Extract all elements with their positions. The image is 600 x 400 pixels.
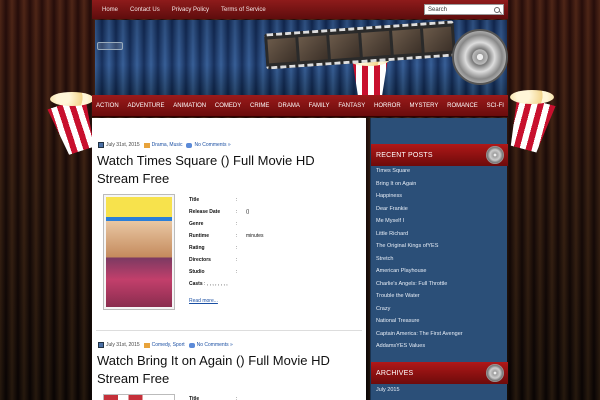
popcorn-right-kernels-icon [510, 90, 554, 104]
folder-icon [143, 342, 150, 348]
movie-info-table: Title: Release Date:() Genre: Runtime: mi… [189, 194, 264, 290]
main-content: July 31st, 2015 Drama, Music No Comments… [92, 118, 366, 400]
recent-post-link[interactable]: Times Square [376, 165, 504, 178]
post-divider [96, 330, 362, 331]
post-comments-link[interactable]: No Comments » [197, 342, 233, 348]
nav-romance[interactable]: ROMANCE [447, 103, 478, 109]
info-row-release-date: Release Date:() [189, 209, 250, 215]
nav-adventure[interactable]: ADVENTURE [127, 103, 164, 109]
post-meta: July 31st, 2015 Comedy, Sport No Comment… [98, 342, 233, 348]
search-icon[interactable] [494, 6, 500, 13]
recent-post-link[interactable]: Captain America: The First Avenger [376, 328, 504, 341]
nav-horror[interactable]: HORROR [374, 103, 401, 109]
recent-post-link[interactable]: Bring It on Again [376, 178, 504, 191]
nav-sci-fi[interactable]: SCI-FI [487, 103, 504, 109]
recent-post-link[interactable]: AddamsYES Values [376, 340, 504, 353]
read-more-link[interactable]: Read more... [189, 298, 218, 304]
search-input[interactable]: Search [424, 4, 504, 15]
comment-icon [188, 342, 195, 348]
archive-link[interactable]: July 2015 [376, 384, 504, 397]
calendar-icon [98, 142, 104, 148]
info-row-title: Title: [189, 197, 238, 203]
search-input-value: Search [428, 6, 448, 13]
recent-post-link[interactable]: Dear Frankie [376, 203, 504, 216]
recent-post-link[interactable]: Stretch [376, 253, 504, 266]
info-row-runtime: Runtime: minutes [189, 233, 264, 239]
recent-post-link[interactable]: Little Richard [376, 228, 504, 241]
recent-post-link[interactable]: National Treasure [376, 315, 504, 328]
nav-mystery[interactable]: MYSTERY [409, 103, 438, 109]
nav-action[interactable]: ACTION [96, 103, 119, 109]
recent-post-link[interactable]: Trouble the Water [376, 290, 504, 303]
movie-info-table: Title: [189, 394, 246, 400]
post-date: July 31st, 2015 [106, 342, 140, 348]
topnav-terms[interactable]: Terms of Service [221, 7, 266, 13]
popcorn-left-kernels-icon [50, 92, 94, 106]
film-reel-icon [486, 146, 504, 164]
topnav-home[interactable]: Home [102, 7, 118, 13]
post-title[interactable]: Watch Times Square () Full Movie HD Stre… [97, 152, 357, 188]
nav-drama[interactable]: DRAMA [278, 103, 300, 109]
post-categories[interactable]: Drama, Music [152, 142, 183, 148]
post-comments-link[interactable]: No Comments » [194, 142, 230, 148]
film-reel-icon [452, 29, 508, 85]
film-reel-icon [486, 364, 504, 382]
topnav-contact[interactable]: Contact Us [130, 7, 160, 13]
recent-posts-list: Times Square Bring It on Again Happiness… [376, 165, 504, 353]
recent-post-link[interactable]: Crazy [376, 303, 504, 316]
archives-heading: ARCHIVES [371, 362, 508, 384]
archives-list: July 2015 [376, 384, 504, 397]
post-date: July 31st, 2015 [106, 142, 140, 148]
recent-post-link[interactable]: The Original Kings ofYES [376, 240, 504, 253]
info-row-title: Title: [189, 396, 238, 400]
top-navigation: Home Contact Us Privacy Policy Terms of … [92, 0, 508, 19]
nav-comedy[interactable]: COMEDY [215, 103, 241, 109]
recent-post-link[interactable]: Me Myself I [376, 215, 504, 228]
category-navigation: ACTION ADVENTURE ANIMATION COMEDY CRIME … [92, 95, 508, 117]
info-row-directors: Directors: [189, 257, 238, 263]
post-meta: July 31st, 2015 Drama, Music No Comments… [98, 142, 231, 148]
post-categories[interactable]: Comedy, Sport [152, 342, 185, 348]
site-logo[interactable] [97, 42, 123, 50]
recent-posts-heading: RECENT POSTS [371, 144, 508, 166]
recent-post-link[interactable]: American Playhouse [376, 265, 504, 278]
nav-crime[interactable]: CRIME [250, 103, 269, 109]
nav-animation[interactable]: ANIMATION [173, 103, 206, 109]
movie-poster[interactable] [103, 394, 175, 400]
calendar-icon [98, 342, 104, 348]
folder-icon [143, 142, 150, 148]
movie-poster[interactable] [103, 194, 175, 310]
nav-fantasy[interactable]: FANTASY [338, 103, 365, 109]
topnav-privacy[interactable]: Privacy Policy [172, 7, 209, 13]
post-title[interactable]: Watch Bring It on Again () Full Movie HD… [97, 352, 357, 388]
info-row-studio: Studio: [189, 269, 238, 275]
info-row-casts: Casts : , , , , , , , , [189, 281, 228, 287]
info-row-genre: Genre: [189, 221, 238, 227]
recent-post-link[interactable]: Charlie's Angels: Full Throttle [376, 278, 504, 291]
info-row-rating: Rating: [189, 245, 238, 251]
recent-post-link[interactable]: Happiness [376, 190, 504, 203]
comment-icon [186, 142, 193, 148]
nav-family[interactable]: FAMILY [309, 103, 330, 109]
sidebar: RECENT POSTS Times Square Bring It on Ag… [370, 118, 508, 400]
